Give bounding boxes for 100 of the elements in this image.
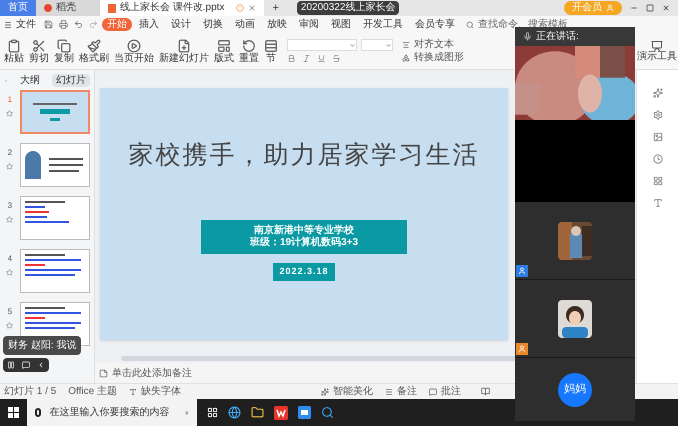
- italic-icon[interactable]: [302, 54, 311, 63]
- slide-thumbnail[interactable]: [20, 90, 90, 134]
- text-icon[interactable]: [652, 198, 662, 208]
- pause-icon[interactable]: [6, 361, 15, 369]
- slide-thumbnail[interactable]: [20, 143, 90, 187]
- menu-icon: [4, 20, 12, 28]
- slide-thumbnail[interactable]: [20, 249, 90, 293]
- microphone-icon[interactable]: [523, 32, 532, 41]
- close-icon[interactable]: [662, 4, 670, 12]
- dropdown-icon: [385, 42, 392, 48]
- speaking-label: 正在讲话:: [536, 30, 579, 44]
- reset-button[interactable]: 重置: [239, 38, 259, 64]
- cut-button[interactable]: 剪切: [29, 38, 49, 64]
- paste-button[interactable]: 粘贴: [4, 38, 24, 64]
- presentation-tools-button[interactable]: 演示工具: [637, 40, 677, 62]
- dropdown-icon: [349, 42, 356, 48]
- settings-icon[interactable]: [652, 110, 662, 120]
- ribbon-tab[interactable]: 开发工具: [358, 18, 408, 31]
- panel-tab[interactable]: 大纲: [16, 74, 44, 87]
- start-icon[interactable]: [8, 407, 19, 418]
- font-size-field[interactable]: [361, 39, 393, 51]
- wps-app-icon[interactable]: [274, 406, 288, 420]
- taskbar-search-field[interactable]: 在这里输入你要搜索的内容: [27, 399, 197, 426]
- new-slide-icon: [177, 38, 191, 52]
- slide-thumbnail[interactable]: [20, 196, 90, 240]
- layout-button[interactable]: 版式: [214, 38, 234, 64]
- new-slide-button[interactable]: 新建幻灯片: [159, 38, 209, 64]
- strikethrough-icon[interactable]: [332, 54, 341, 63]
- play-icon: [127, 38, 141, 52]
- meeting-app-icon[interactable]: [298, 406, 311, 419]
- copy-icon: [57, 38, 71, 52]
- panel-tab[interactable]: 幻灯片: [52, 74, 90, 87]
- ribbon-tab[interactable]: 审阅: [294, 18, 324, 31]
- notes-icon: [385, 388, 393, 396]
- comment-icon: [429, 388, 437, 396]
- slide-canvas[interactable]: 家校携手，助力居家学习生活 南京新港中等专业学校 班级：19计算机数码3+3 2022.3.18: [100, 88, 508, 340]
- document-tab[interactable]: 首页: [0, 0, 36, 16]
- reset-icon: [242, 38, 256, 52]
- convert-shape-button[interactable]: 转换成图形: [402, 52, 464, 62]
- slide-number: 3: [8, 200, 12, 212]
- underline-icon[interactable]: [317, 54, 326, 63]
- ribbon-tab[interactable]: 会员专享: [410, 18, 460, 31]
- browser-icon[interactable]: [228, 406, 241, 419]
- slide-number: 5: [8, 306, 12, 318]
- section-button[interactable]: 节: [264, 38, 278, 64]
- document-tab[interactable]: 稻壳: [36, 0, 100, 16]
- reading-view-icon[interactable]: [481, 387, 490, 396]
- sparkle-icon[interactable]: [652, 88, 662, 98]
- search-icon: [466, 20, 474, 28]
- grid-icon[interactable]: [652, 176, 662, 186]
- docer-logo-icon: [44, 4, 52, 12]
- sparkle-icon: [321, 388, 329, 396]
- file-menu[interactable]: 文件: [4, 20, 40, 30]
- ribbon-tab[interactable]: 视图: [326, 18, 356, 31]
- chat-icon[interactable]: [22, 361, 30, 369]
- beautify-button[interactable]: 智能美化: [321, 386, 373, 396]
- clock-icon[interactable]: [652, 154, 662, 164]
- paste-icon: [7, 38, 21, 52]
- date-label: 2022.3.18: [273, 263, 335, 281]
- ribbon-tab[interactable]: 插入: [134, 18, 164, 31]
- ribbon-tab[interactable]: 设计: [166, 18, 196, 31]
- animation-star-icon: [6, 163, 14, 170]
- align-text-button[interactable]: 对齐文本: [402, 40, 464, 50]
- shapes-icon: [402, 54, 410, 62]
- align-icon: [402, 40, 410, 48]
- play-button[interactable]: 当页开始: [114, 38, 154, 64]
- maximize-icon[interactable]: [646, 4, 654, 12]
- notes-placeholder[interactable]: 单击此处添加备注: [112, 366, 192, 380]
- task-view-icon[interactable]: [207, 407, 218, 418]
- slide-count: 幻灯片 1 / 5: [4, 386, 56, 396]
- ribbon-tab[interactable]: 动画: [230, 18, 260, 31]
- missing-fonts-button[interactable]: 缺失字体: [128, 386, 181, 396]
- copy-button[interactable]: 复制: [54, 38, 74, 64]
- format-painter-icon: [87, 38, 101, 52]
- name-avatar: 妈妈: [558, 372, 592, 406]
- ribbon-tab[interactable]: 切换: [198, 18, 228, 31]
- save-icon[interactable]: [44, 20, 53, 29]
- cut-icon: [32, 38, 46, 52]
- presentation-file-icon: [108, 4, 116, 12]
- school-info-box: 南京新港中等专业学校 班级：19计算机数码3+3: [201, 220, 407, 254]
- ribbon-tab[interactable]: 放映: [262, 18, 292, 31]
- warning-icon: [236, 4, 244, 12]
- undo-icon[interactable]: [74, 20, 83, 29]
- comments-button[interactable]: 批注: [429, 386, 461, 396]
- new-tab-button[interactable]: +: [264, 0, 287, 16]
- search-app-icon[interactable]: [321, 406, 334, 419]
- meeting-title-badge: 20200322线上家长会: [296, 1, 400, 15]
- animation-star-icon: [6, 216, 14, 223]
- layout-icon: [217, 38, 231, 52]
- document-tab[interactable]: 线上家长会 课件改.pptx: [100, 0, 264, 16]
- notes-button[interactable]: 备注: [385, 386, 417, 396]
- bold-icon[interactable]: [287, 54, 296, 63]
- print-icon[interactable]: [59, 20, 68, 29]
- font-family-field[interactable]: [287, 39, 357, 51]
- folder-icon[interactable]: [251, 406, 264, 419]
- format-painter-button[interactable]: 格式刷: [79, 38, 109, 64]
- slide-title: 家校携手，助力居家学习生活: [128, 143, 480, 168]
- slide-number: 2: [8, 147, 12, 159]
- user-icon: [606, 4, 614, 12]
- image-icon[interactable]: [652, 132, 662, 142]
